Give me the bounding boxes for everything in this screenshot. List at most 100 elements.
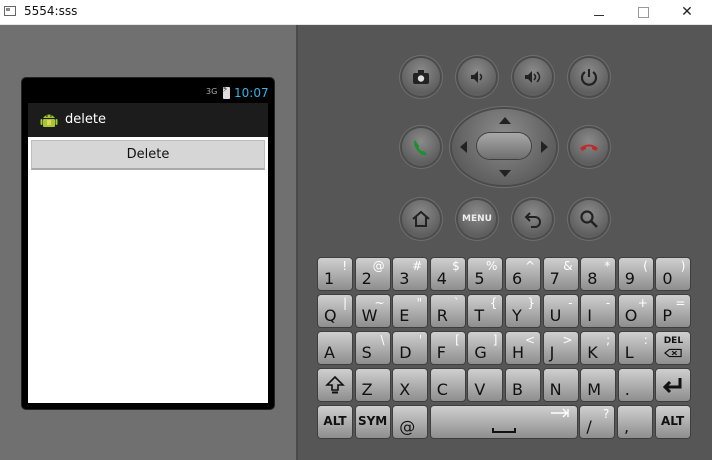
- key-v[interactable]: V: [468, 369, 503, 401]
- key-primary-label: C: [436, 380, 448, 399]
- key-h[interactable]: H <: [506, 332, 540, 364]
- key-7[interactable]: 7 &: [543, 258, 578, 290]
- maximize-icon: [637, 6, 649, 18]
- key-o[interactable]: O +: [618, 295, 653, 327]
- call-button[interactable]: [402, 128, 440, 166]
- dpad-right-icon[interactable]: [541, 141, 548, 153]
- key-secondary-label: {: [489, 296, 498, 310]
- dpad[interactable]: [452, 109, 556, 185]
- key-w[interactable]: W ~: [355, 295, 390, 327]
- key-secondary-label: ': [418, 333, 423, 347]
- delete-button[interactable]: Delete: [31, 140, 265, 170]
- key-primary-label: 8: [587, 269, 598, 288]
- close-icon: ✕: [681, 4, 693, 20]
- dpad-up-icon[interactable]: [499, 117, 511, 124]
- app-title: delete: [65, 112, 106, 127]
- search-icon: [580, 210, 598, 228]
- back-button[interactable]: [514, 200, 552, 238]
- volume-up-button[interactable]: [514, 58, 552, 96]
- close-button[interactable]: ✕: [664, 0, 710, 24]
- alt-right-key[interactable]: ALT: [655, 406, 690, 438]
- key-shifticon[interactable]: [318, 369, 352, 401]
- key-n[interactable]: N: [543, 369, 578, 401]
- key-secondary-label: >: [562, 333, 573, 347]
- key-c[interactable]: C: [430, 369, 465, 401]
- key-4[interactable]: 4 $: [430, 258, 465, 290]
- key-r[interactable]: R `: [430, 295, 465, 327]
- key-u[interactable]: U-: [543, 295, 578, 327]
- menu-button[interactable]: MENU: [458, 200, 496, 238]
- key-g[interactable]: G]: [468, 332, 503, 364]
- power-button[interactable]: [570, 58, 608, 96]
- key-1[interactable]: 1!: [318, 258, 352, 290]
- action-bar: delete: [28, 103, 268, 137]
- device-screen-frame: 3G 10:07 delete Delete: [22, 78, 274, 409]
- key-6[interactable]: 6 ^: [506, 258, 540, 290]
- key-j[interactable]: J >: [543, 332, 578, 364]
- call-icon: [414, 140, 427, 156]
- dpad-left-icon[interactable]: [460, 141, 467, 153]
- key-[interactable]: .: [618, 369, 653, 401]
- key-primary-label: 1: [324, 269, 335, 288]
- window-title: 5554:sss: [24, 4, 78, 18]
- key-secondary-label: `: [453, 296, 460, 310]
- key-8[interactable]: 8 *: [581, 258, 616, 290]
- key-primary-label: Y: [512, 306, 522, 325]
- menu-label: MENU: [462, 214, 492, 224]
- key-5[interactable]: 5%: [468, 258, 503, 290]
- key-entericon[interactable]: [656, 369, 691, 401]
- key-d[interactable]: D ': [393, 332, 428, 364]
- maximize-button[interactable]: [620, 0, 666, 24]
- key-t[interactable]: T{: [468, 295, 503, 327]
- key-secondary-label: *: [604, 259, 611, 273]
- comma-label: ,: [624, 417, 630, 436]
- key-i[interactable]: I-: [581, 295, 616, 327]
- comma-key[interactable]: ,: [618, 406, 652, 438]
- at-key[interactable]: @: [393, 406, 428, 438]
- key-f[interactable]: F[: [430, 332, 465, 364]
- key-y[interactable]: Y}: [506, 295, 540, 327]
- key-s[interactable]: S \: [355, 332, 390, 364]
- key-x[interactable]: X: [393, 369, 428, 401]
- home-icon: [412, 210, 430, 227]
- key-3[interactable]: 3 #: [393, 258, 428, 290]
- key-secondary-label: |: [342, 296, 347, 310]
- end-call-button[interactable]: [570, 128, 608, 166]
- key-9[interactable]: 9(: [618, 258, 653, 290]
- key-k[interactable]: K;: [581, 332, 616, 364]
- minimize-button[interactable]: [576, 0, 622, 24]
- camera-button[interactable]: [402, 58, 440, 96]
- space-key[interactable]: [430, 406, 577, 438]
- key-primary-label: R: [436, 306, 448, 325]
- key-primary-label: D: [399, 343, 412, 362]
- search-button[interactable]: [570, 200, 608, 238]
- key-primary-label: H: [512, 343, 525, 362]
- key-m[interactable]: M: [581, 369, 616, 401]
- key-e[interactable]: E ": [393, 295, 428, 327]
- key-l[interactable]: L:: [618, 332, 653, 364]
- key-primary-label: X: [399, 380, 411, 399]
- key-secondary-label: (: [643, 259, 648, 273]
- volume-down-button[interactable]: [458, 58, 496, 96]
- key-primary-label: N: [549, 380, 562, 399]
- key-0[interactable]: 0): [656, 258, 691, 290]
- backspace-icon: [664, 348, 683, 358]
- key-b[interactable]: B: [506, 369, 540, 401]
- sym-key[interactable]: SYM: [355, 406, 390, 438]
- dpad-center-button[interactable]: [477, 133, 531, 159]
- dpad-down-icon[interactable]: [499, 170, 511, 177]
- key-a[interactable]: A: [318, 332, 352, 364]
- home-button[interactable]: [402, 200, 440, 238]
- window-titlebar: 5554:sss ✕: [0, 0, 712, 25]
- key-secondary-label: [: [455, 333, 460, 347]
- key-p[interactable]: P =: [656, 295, 691, 327]
- key-q[interactable]: Q |: [318, 295, 352, 327]
- key-del[interactable]: DEL: [656, 332, 691, 364]
- key-2[interactable]: 2 @: [355, 258, 390, 290]
- alt-right-label: ALT: [661, 414, 685, 428]
- key-z[interactable]: Z: [355, 369, 390, 401]
- alt-left-key[interactable]: ALT: [318, 406, 352, 438]
- key-secondary-label: +: [637, 296, 648, 310]
- slash-key[interactable]: /?: [580, 406, 615, 438]
- battery-icon: [222, 85, 230, 99]
